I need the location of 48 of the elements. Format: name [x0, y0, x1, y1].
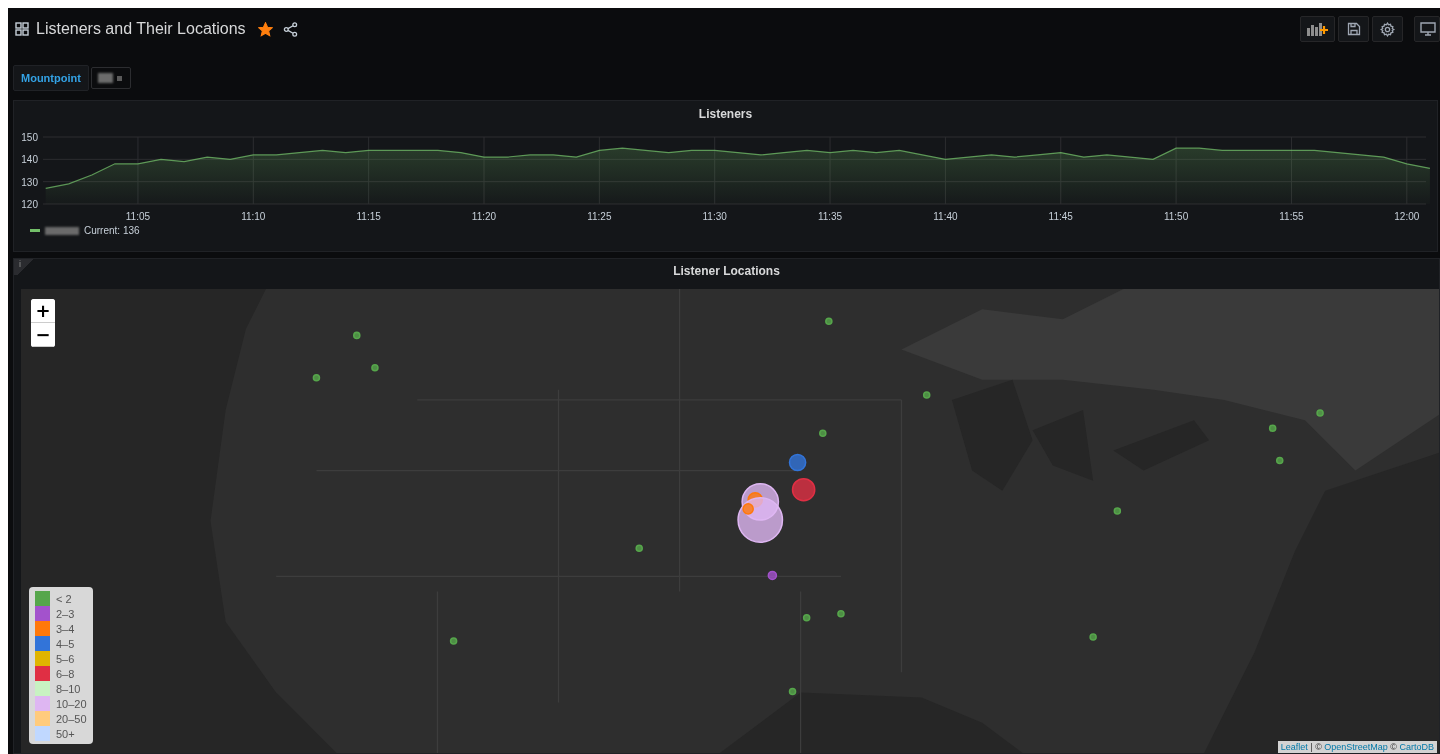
legend-label: 2–3 — [56, 607, 75, 620]
legend-label: 6–8 — [56, 667, 75, 680]
attribution-text: © — [1389, 742, 1398, 752]
x-axis-label: 11:10 — [241, 211, 266, 222]
legend-current-value: Current: 136 — [84, 225, 140, 236]
legend-label: 10–20 — [56, 697, 87, 710]
legend-label: 3–4 — [56, 622, 75, 635]
x-axis-label: 11:25 — [587, 211, 612, 222]
bar-chart-plus-icon — [1306, 22, 1329, 36]
blurred-series-name — [45, 226, 79, 235]
share-icon[interactable] — [282, 21, 298, 37]
legend-label: < 2 — [56, 592, 72, 605]
settings-icon — [1380, 21, 1395, 37]
legend-label: 20–50 — [56, 712, 87, 725]
legend-label: 8–10 — [56, 682, 81, 695]
legend-label: 50+ — [56, 727, 75, 740]
legend-swatch — [30, 229, 40, 232]
attribution-text: | © — [1309, 742, 1323, 752]
star-icon[interactable] — [257, 21, 273, 37]
monitor-icon — [1420, 21, 1436, 37]
save-icon — [1346, 22, 1361, 36]
dashboard-title[interactable]: Listeners and Their Locations — [36, 20, 246, 38]
zoom-in-button[interactable]: + — [31, 299, 55, 323]
x-axis-label: 11:50 — [1163, 211, 1189, 222]
x-axis-label: 11:35 — [817, 211, 843, 222]
panel-title[interactable]: Listeners — [698, 101, 753, 121]
x-axis-label: 11:40 — [933, 211, 958, 222]
y-axis-label: 130 — [21, 176, 38, 188]
variable-label: Mountpoint — [13, 65, 89, 91]
y-axis-label: 120 — [21, 199, 38, 210]
add-panel-button[interactable] — [1300, 16, 1335, 42]
variable-dropdown[interactable] — [90, 67, 131, 89]
x-axis-label: 11:55 — [1279, 211, 1304, 222]
save-button[interactable] — [1338, 16, 1369, 42]
legend-label: 5–6 — [56, 652, 75, 665]
x-axis-label: 11:30 — [702, 211, 727, 222]
panel-title[interactable]: Listener Locations — [673, 259, 780, 278]
y-axis-label: 140 — [21, 154, 38, 166]
x-axis-label: 11:45 — [1048, 211, 1073, 222]
dashboard-grid-icon[interactable] — [15, 22, 29, 36]
settings-button[interactable] — [1372, 16, 1403, 42]
display-button[interactable] — [1414, 16, 1440, 42]
x-axis-label: 11:20 — [471, 211, 497, 222]
x-axis-label: 11:15 — [356, 211, 381, 222]
y-axis-label: 150 — [21, 132, 38, 143]
x-axis-label: 12:00 — [1394, 211, 1420, 222]
legend-label: 4–5 — [56, 637, 75, 650]
x-axis-label: 11:05 — [125, 211, 151, 222]
